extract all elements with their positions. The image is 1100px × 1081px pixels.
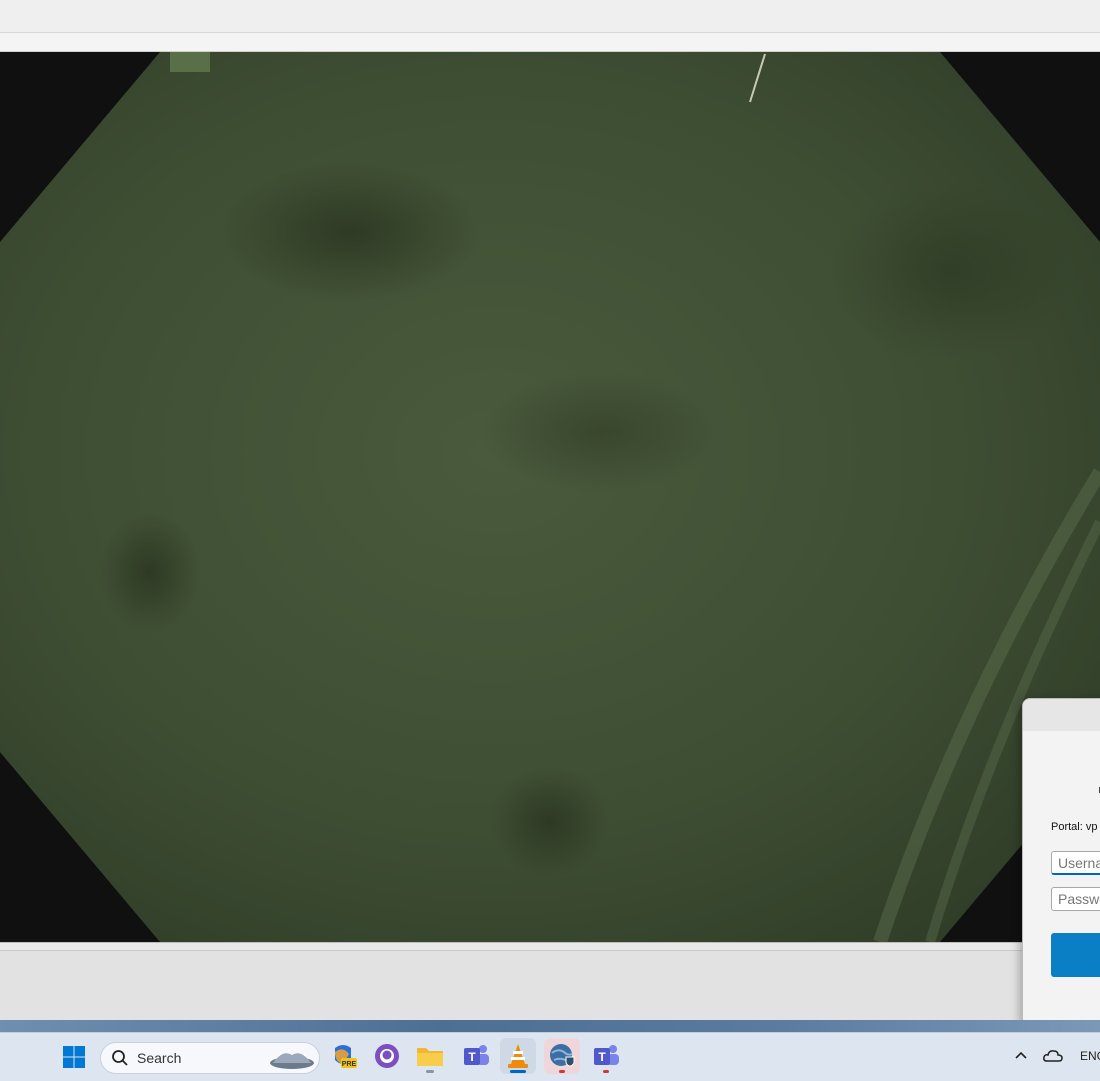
start-button[interactable]	[56, 1039, 92, 1075]
svg-text:T: T	[598, 1050, 606, 1064]
camera-frame-graphic	[0, 52, 1100, 942]
copilot-icon: PRE	[335, 1045, 357, 1068]
controls-panel	[0, 950, 1100, 1023]
search-label: Search	[137, 1050, 182, 1066]
window-toolbar	[0, 33, 1100, 52]
globe-shield-icon	[550, 1044, 575, 1067]
vpn-login-dialog: Portal: vp	[1022, 698, 1100, 1026]
teams-icon: T	[594, 1045, 619, 1065]
copilot-app[interactable]: PRE	[325, 1038, 361, 1074]
chevron-up-icon	[1015, 1051, 1027, 1059]
video-view[interactable]	[0, 52, 1100, 942]
search-highlight-icon	[270, 1050, 314, 1069]
onedrive-tray[interactable]	[1042, 1047, 1064, 1065]
attention-indicator	[559, 1070, 565, 1073]
dialog-title-bar[interactable]	[1023, 699, 1100, 731]
svg-text:T: T	[468, 1050, 476, 1064]
github-icon	[375, 1044, 399, 1068]
sign-in-button[interactable]	[1051, 933, 1100, 977]
search-icon	[112, 1050, 128, 1066]
taskbar-search[interactable]: Search	[100, 1042, 320, 1074]
windows-logo-icon	[63, 1046, 85, 1068]
teams-icon: T	[464, 1045, 489, 1065]
github-desktop-app[interactable]	[369, 1038, 405, 1074]
portal-label: Portal: vp	[1051, 821, 1098, 833]
show-hidden-icons-button[interactable]	[1012, 1047, 1030, 1065]
vpn-globe-app[interactable]	[544, 1038, 580, 1074]
teams-app[interactable]: T	[458, 1038, 494, 1074]
vlc-cone-icon	[508, 1044, 528, 1068]
file-explorer-app[interactable]	[412, 1038, 448, 1074]
cloud-icon	[1043, 1050, 1063, 1062]
password-input[interactable]	[1051, 887, 1100, 911]
svg-text:PRE: PRE	[342, 1061, 357, 1068]
running-indicator	[426, 1070, 434, 1073]
desktop-background	[0, 1020, 1100, 1032]
teams-app-2[interactable]: T	[588, 1038, 624, 1074]
attention-indicator	[603, 1070, 609, 1073]
username-input[interactable]	[1051, 851, 1100, 875]
language-indicator[interactable]: ENG	[1080, 1049, 1100, 1063]
folder-icon	[417, 1048, 443, 1066]
active-indicator	[510, 1070, 526, 1073]
vlc-app[interactable]	[500, 1038, 536, 1074]
window-title-bar	[0, 0, 1100, 33]
